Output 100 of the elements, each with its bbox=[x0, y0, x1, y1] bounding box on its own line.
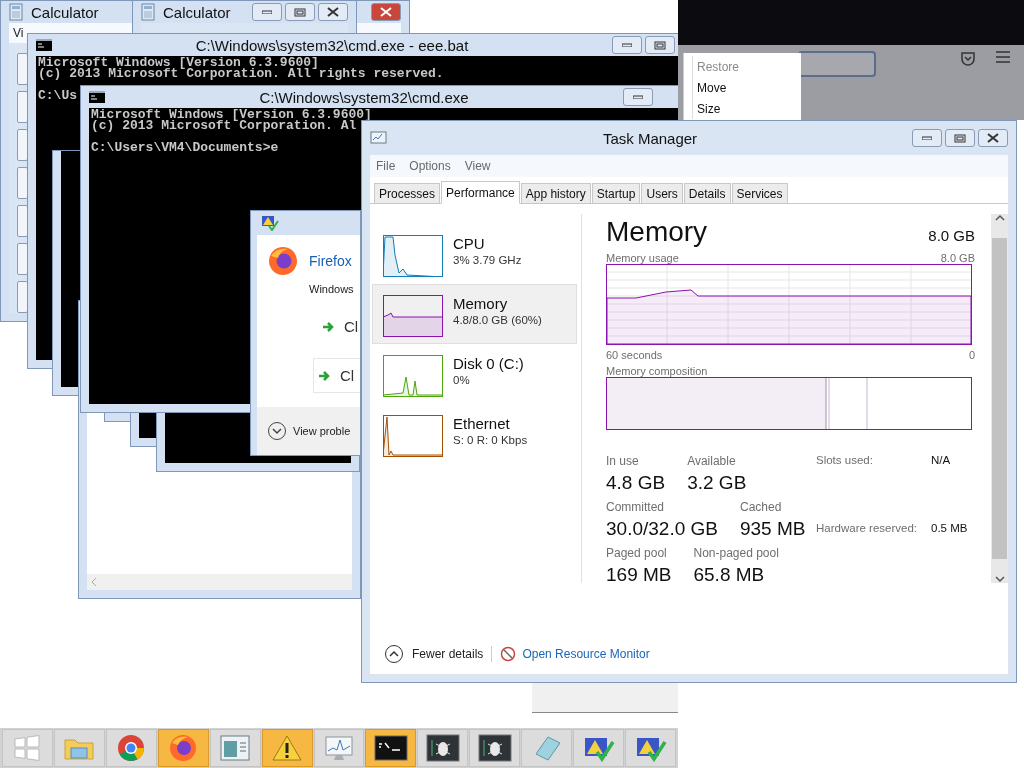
stat-label: Available bbox=[687, 454, 737, 468]
maximize-button[interactable] bbox=[645, 36, 675, 54]
panel-title: Memory bbox=[606, 216, 708, 248]
maximize-icon bbox=[294, 7, 306, 17]
shield-check-icon bbox=[261, 215, 279, 231]
close-icon bbox=[987, 133, 999, 143]
resource-detail: 3% 3.79 GHz bbox=[453, 254, 522, 266]
memory-graph-thumbnail bbox=[383, 295, 443, 337]
bug-icon bbox=[477, 734, 512, 762]
stat-label: Non-paged pool bbox=[693, 546, 779, 560]
tab[interactable]: App history bbox=[520, 183, 591, 203]
console-line: Microsoft Windows [Version 6.3.9600] bbox=[91, 109, 372, 120]
stat-label: Paged pool bbox=[606, 546, 668, 560]
cpu-graph-thumbnail bbox=[383, 235, 443, 277]
dialog-option[interactable]: Cl bbox=[313, 358, 360, 393]
close-button[interactable] bbox=[978, 129, 1008, 147]
close-button[interactable] bbox=[318, 3, 348, 21]
chart-label: Memory usage bbox=[606, 252, 679, 264]
stat-label: Slots used: bbox=[816, 454, 874, 468]
stat-value: N/A bbox=[931, 454, 952, 468]
minimize-icon bbox=[922, 136, 932, 140]
chart-max-label: 8.0 GB bbox=[940, 252, 975, 264]
menu-icon[interactable] bbox=[996, 51, 1010, 63]
window-title: C:\Windows\system32\cmd.exe - eee.bat bbox=[194, 36, 470, 54]
resource-name: Disk 0 (C:) bbox=[453, 355, 524, 372]
minimize-icon bbox=[633, 95, 643, 99]
total-memory: 8.0 GB bbox=[928, 227, 975, 244]
console-line: Microsoft Windows [Version 6.3.9600] bbox=[38, 57, 319, 68]
window-title: Task Manager bbox=[601, 129, 699, 147]
resource-name: CPU bbox=[453, 235, 486, 252]
menu-item[interactable]: Options bbox=[409, 159, 451, 173]
stat-label: Hardware reserved: bbox=[816, 522, 918, 536]
resource-monitor-link[interactable]: Open Resource Monitor bbox=[500, 646, 650, 662]
scrollbar[interactable] bbox=[87, 574, 352, 590]
browser-icon bbox=[116, 733, 147, 763]
tab[interactable]: Processes bbox=[374, 183, 441, 203]
stat-value: 4.8 GB bbox=[606, 472, 666, 494]
menu-item[interactable]: Move bbox=[692, 77, 801, 98]
tab[interactable]: Details bbox=[683, 183, 731, 203]
console-icon bbox=[89, 91, 105, 103]
chart-label: Memory composition bbox=[606, 365, 708, 377]
scrollbar[interactable] bbox=[991, 214, 1008, 583]
minimize-icon bbox=[262, 10, 272, 14]
menu-item[interactable]: Vi bbox=[13, 26, 24, 40]
tab[interactable]: Services bbox=[731, 183, 788, 203]
minimize-button[interactable] bbox=[623, 88, 653, 106]
resource-detail: S: 0 R: 0 Kbps bbox=[453, 434, 528, 446]
resource-detail: 4.8/8.0 GB (60%) bbox=[453, 314, 542, 326]
console-line: (c) 2013 Microsoft Corporation. All rights reserved. bbox=[38, 68, 444, 79]
task-manager-icon bbox=[370, 130, 388, 146]
window-title: C:\Windows\system32\cmd.exe bbox=[258, 88, 470, 106]
stat-value: 169 MB bbox=[606, 564, 672, 586]
menu-item[interactable]: View bbox=[464, 159, 491, 173]
bug-icon bbox=[425, 734, 460, 762]
arrow-icon bbox=[322, 320, 336, 333]
address-field[interactable] bbox=[798, 51, 876, 77]
taskbar-button[interactable] bbox=[365, 729, 417, 767]
resource-detail: 0% bbox=[453, 374, 471, 386]
pocket-icon[interactable] bbox=[960, 51, 976, 67]
taskbar-button[interactable] bbox=[469, 729, 521, 767]
scroll-up-icon[interactable] bbox=[994, 214, 1005, 222]
minimize-button[interactable] bbox=[612, 36, 642, 54]
menu-item[interactable]: File bbox=[376, 159, 396, 173]
firefox-icon bbox=[168, 733, 199, 763]
stat-label: Committed bbox=[606, 500, 665, 514]
resource-item[interactable]: Memory 4.8/8.0 GB (60%) bbox=[372, 284, 577, 344]
network-graph-thumbnail bbox=[383, 415, 443, 457]
console-prompt: C:\Us bbox=[38, 90, 77, 101]
close-button[interactable] bbox=[371, 3, 401, 21]
firefox-icon bbox=[267, 245, 299, 277]
window-title: Calculator bbox=[31, 3, 99, 21]
stat-value: 30.0/32.0 GB bbox=[606, 518, 718, 540]
calculator-icon bbox=[141, 3, 155, 21]
minimize-button[interactable] bbox=[912, 129, 942, 147]
tab[interactable]: Startup bbox=[591, 183, 641, 203]
scroll-down-icon[interactable] bbox=[994, 575, 1005, 583]
menu-item[interactable]: Size bbox=[692, 98, 801, 119]
stat-value: 65.8 MB bbox=[693, 564, 766, 586]
scroll-left-icon[interactable] bbox=[91, 577, 97, 587]
fewer-details-button[interactable]: Fewer details bbox=[384, 644, 484, 664]
console-prompt: C:\Users\VM4\Documents>e bbox=[91, 142, 279, 153]
scroll-thumb[interactable] bbox=[992, 238, 1007, 559]
stat-value: 3.2 GB bbox=[687, 472, 747, 494]
minimize-button[interactable] bbox=[252, 3, 282, 21]
dialog-heading: Firefox bbox=[309, 253, 352, 269]
chevron-down-icon bbox=[267, 421, 287, 441]
tab[interactable]: Users bbox=[641, 183, 683, 203]
taskbar-button[interactable] bbox=[417, 729, 469, 767]
window-icon bbox=[220, 735, 251, 761]
close-icon bbox=[380, 7, 392, 17]
stat-label: Cached bbox=[739, 500, 783, 514]
chevron-up-icon bbox=[384, 644, 404, 664]
stat-label: In use bbox=[606, 454, 640, 468]
console-line: (c) 2013 Microsoft Corporation. Al bbox=[91, 120, 357, 131]
window-title: Calculator bbox=[163, 3, 231, 21]
calculator-icon bbox=[9, 3, 23, 21]
tab[interactable]: Performance bbox=[441, 181, 520, 204]
stat-value: 0.5 MB bbox=[931, 522, 968, 536]
maximize-icon bbox=[954, 133, 966, 143]
arrow-icon bbox=[318, 369, 332, 382]
